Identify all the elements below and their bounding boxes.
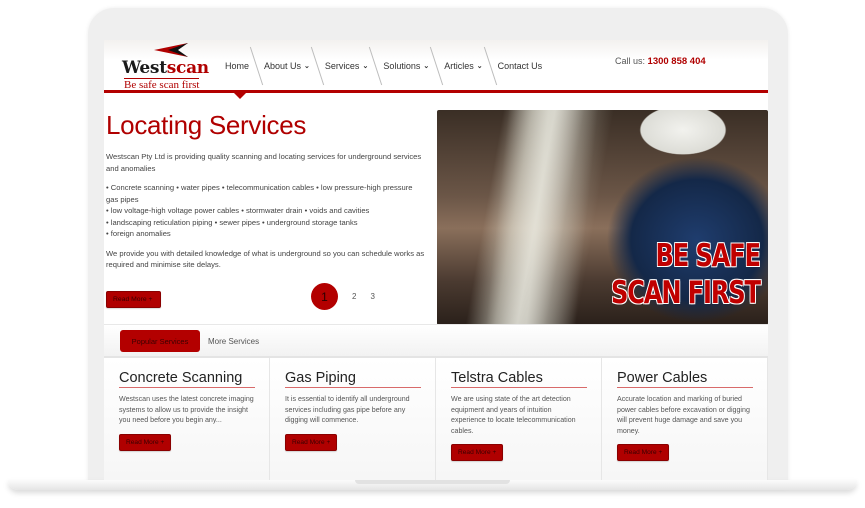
logo-arrow-icon xyxy=(154,43,188,57)
card-text: Accurate location and marking of buried … xyxy=(617,395,750,435)
nav-services[interactable]: Services ⌄ xyxy=(318,40,375,92)
list-item: • landscaping reticulation piping • sewe… xyxy=(106,217,358,227)
tab-popular-services[interactable]: Popular Services xyxy=(120,330,200,352)
site-header: Westscan Be safe scan first Home About U… xyxy=(104,40,768,93)
service-card-gas-piping: Gas Piping It is essential to identify a… xyxy=(270,358,436,480)
website-screen: Westscan Be safe scan first Home About U… xyxy=(104,40,768,480)
service-cards: Concrete Scanning Westscan uses the late… xyxy=(104,358,768,480)
hero-image: BE SAFE SCAN FIRST xyxy=(437,110,768,325)
chevron-down-icon: ⌄ xyxy=(476,63,483,70)
card-title: Concrete Scanning xyxy=(119,370,255,388)
services-list: • Concrete scanning • water pipes • tele… xyxy=(106,182,426,240)
read-more-button[interactable]: Read More + xyxy=(285,433,338,451)
card-text: It is essential to identify all undergro… xyxy=(285,395,410,424)
list-item: • low voltage-high voltage power cables … xyxy=(106,206,370,216)
phone-number[interactable]: 1300 858 404 xyxy=(648,56,706,67)
card-title: Power Cables xyxy=(617,370,753,388)
nav-solutions[interactable]: Solutions ⌄ xyxy=(376,40,436,92)
services-tabs: Popular Services More Services xyxy=(104,324,768,358)
water-spray xyxy=(485,110,599,325)
read-more-button[interactable]: Read More + xyxy=(119,433,172,451)
service-card-power-cables: Power Cables Accurate location and marki… xyxy=(602,358,768,480)
card-title: Gas Piping xyxy=(285,370,421,388)
list-item: • foreign anomalies xyxy=(106,229,171,239)
active-nav-pointer-icon xyxy=(234,93,246,99)
page-2-button[interactable]: 2 xyxy=(352,292,356,301)
chevron-down-icon: ⌄ xyxy=(423,63,430,70)
chevron-down-icon: ⌄ xyxy=(362,63,369,70)
card-text: We are using state of the art detection … xyxy=(451,395,576,435)
page-3-button[interactable]: 3 xyxy=(370,292,374,301)
card-text: Westscan uses the latest concrete imagin… xyxy=(119,395,254,424)
read-more-button[interactable]: Read More + xyxy=(106,291,161,308)
call-us: Call us: 1300 858 404 xyxy=(615,56,706,67)
page-title: Locating Services xyxy=(106,110,307,140)
logo-tagline: Be safe scan first xyxy=(124,78,200,91)
call-us-label: Call us: xyxy=(615,56,646,66)
read-more-button[interactable]: Read More + xyxy=(617,444,670,461)
intro-section: Locating Services Westscan Pty Ltd is pr… xyxy=(106,110,426,279)
page-1-button[interactable]: 1 xyxy=(311,283,338,310)
laptop-notch xyxy=(355,480,510,484)
tab-more-services[interactable]: More Services xyxy=(208,330,259,352)
service-card-concrete-scanning: Concrete Scanning Westscan uses the late… xyxy=(104,358,270,480)
nav-contact-us[interactable]: Contact Us xyxy=(491,40,550,92)
card-title: Telstra Cables xyxy=(451,370,587,388)
hero-slogan-line1: BE SAFE xyxy=(655,238,762,274)
hero-slogan-line2: SCAN FIRST xyxy=(611,275,761,311)
nav-about-us[interactable]: About Us ⌄ xyxy=(257,40,317,92)
slider-pagination: 1 2 3 xyxy=(311,283,375,310)
list-item: • Concrete scanning • water pipes • tele… xyxy=(106,183,413,204)
chevron-down-icon: ⌄ xyxy=(304,63,310,70)
intro-paragraph: Westscan Pty Ltd is providing quality sc… xyxy=(106,152,422,173)
main-nav: Home About Us ⌄ Services ⌄ Solutions ⌄ Arti… xyxy=(218,40,549,92)
read-more-button[interactable]: Read More + xyxy=(451,444,504,461)
nav-articles[interactable]: Articles ⌄ xyxy=(437,40,489,92)
hero-slogan: BE SAFE SCAN FIRST xyxy=(611,238,762,312)
logo-wordmark: Westscan xyxy=(122,58,209,78)
intro-paragraph-2: We provide you with detailed knowledge o… xyxy=(106,248,425,270)
service-card-telstra-cables: Telstra Cables We are using state of the… xyxy=(436,358,602,480)
logo[interactable]: Westscan Be safe scan first xyxy=(118,40,228,92)
